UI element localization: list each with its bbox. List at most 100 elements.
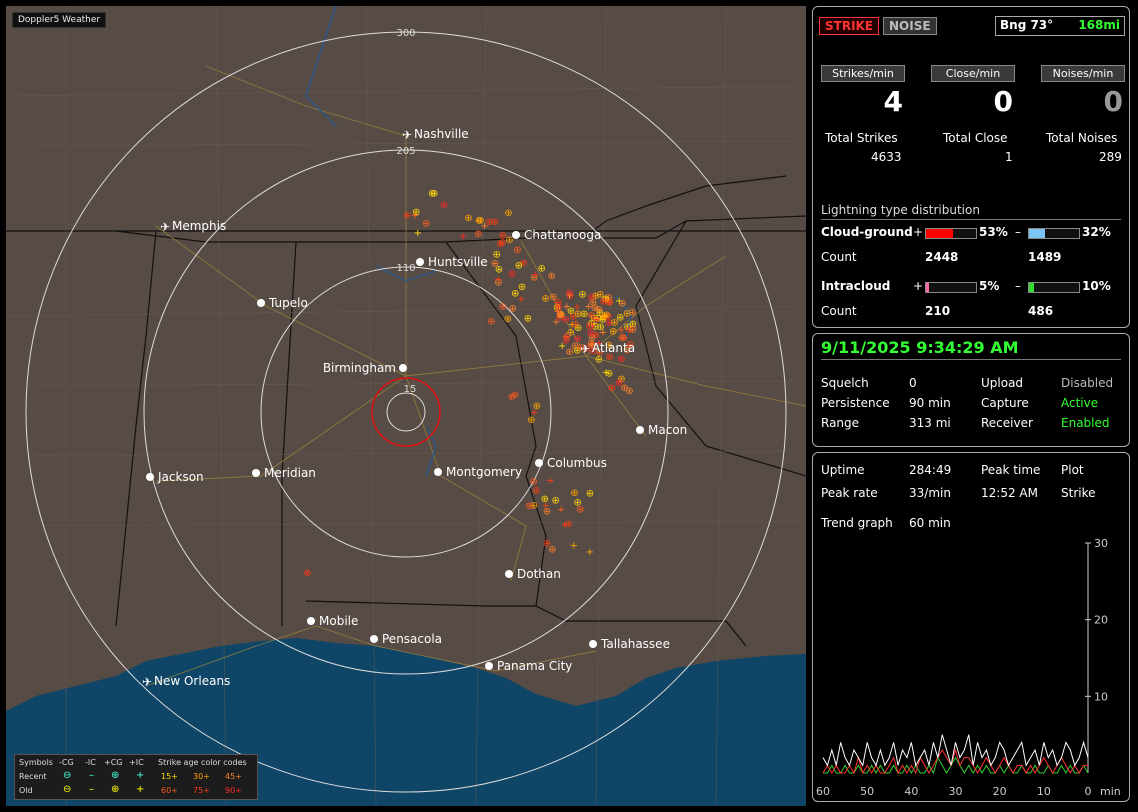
strike-mark-icon: + <box>602 367 610 378</box>
total-strikes-value: 4633 <box>871 150 902 164</box>
strike-mark-icon: ⊕ <box>493 250 501 261</box>
strike-mark-icon: + <box>570 540 578 551</box>
range-value[interactable]: 313 mi <box>909 416 951 430</box>
capture-value[interactable]: Active <box>1061 396 1098 410</box>
strike-mark-icon: ⊕ <box>573 498 581 509</box>
strike-mark-icon: ⊕ <box>412 207 420 218</box>
plot-value[interactable]: Strike <box>1061 486 1096 500</box>
persistence-value[interactable]: 90 min <box>909 396 951 410</box>
airport-icon: ✈ <box>402 128 412 142</box>
upload-value[interactable]: Disabled <box>1061 376 1113 390</box>
city-marker[interactable]: ✈ Atlanta <box>580 341 635 356</box>
legend-recent-neg-ic-icon: – <box>89 770 94 781</box>
legend-age-90: 90+ <box>225 786 242 795</box>
city-marker[interactable]: Montgomery <box>434 465 522 479</box>
squelch-value[interactable]: 0 <box>909 376 917 390</box>
legend-recent-neg-cg-icon: ⊖ <box>63 770 72 781</box>
strike-mark-icon: ⊕ <box>543 507 551 518</box>
strike-legend: Symbols -CG -IC +CG +IC Strike age color… <box>14 754 258 800</box>
city-marker[interactable]: ✈ Nashville <box>402 127 469 142</box>
strike-mark-icon: + <box>546 475 554 486</box>
uptime-label: Uptime <box>821 463 865 477</box>
app-title: Doppler5 Weather <box>12 12 107 28</box>
datetime-display: 9/11/2025 9:34:29 AM <box>821 338 1019 357</box>
strike-mark-icon: + <box>414 228 422 239</box>
strikes-per-min-button[interactable]: Strikes/min <box>821 65 905 82</box>
strike-mark-icon: ⊕ <box>548 271 556 282</box>
strike-mark-icon: + <box>459 232 467 243</box>
cg-negative-pct: 32% <box>1082 225 1111 239</box>
strike-mark-icon: ⊕ <box>615 378 623 389</box>
strike-mark-icon: ⊕ <box>599 297 607 308</box>
strike-mark-icon: ⊕ <box>504 208 512 219</box>
ic-positive-bar <box>925 282 977 293</box>
lightning-map[interactable]: 300 205 110 15 ⊕ ⊕ ⊕ ⊕ ⊕ ⊕ ⊕ ⊕ ⊕ ⊕ ⊕ ⊕ ⊕ + ⊕ ⊕ ⊕ + ⊕ ⊕ ⊕ ⊕ ⊕ ⊕ ⊕ ⊕ ⊕ ⊕… <box>6 6 806 806</box>
cloud-ground-label: Cloud-ground <box>821 225 913 239</box>
cg-positive-pct: 53% <box>979 225 1008 239</box>
city-dot-icon <box>636 426 644 434</box>
legend-recent-pos-ic-icon: + <box>136 770 145 781</box>
trend-graph: 30 20 10 60 50 40 30 20 10 0 min <box>816 537 1121 798</box>
trend-value[interactable]: 60 min <box>909 516 951 530</box>
range-label: Range <box>821 416 860 430</box>
ic-negative-pct: 10% <box>1082 279 1111 293</box>
city-dot-icon <box>416 258 424 266</box>
noises-per-min-button[interactable]: Noises/min <box>1041 65 1125 82</box>
city-marker[interactable]: Tallahassee <box>589 637 670 651</box>
persistence-label: Persistence <box>821 396 890 410</box>
bearing-box: Bng 73° 168mi <box>995 16 1125 36</box>
strike-mark-icon: ⊕ <box>504 314 512 325</box>
cg-positive-bar <box>925 228 977 239</box>
ic-negative-count: 486 <box>1028 304 1054 318</box>
strike-mark-icon: + <box>599 328 607 339</box>
city-marker[interactable]: Birmingham <box>323 361 407 375</box>
trend-x-tick-label: 40 <box>904 785 918 798</box>
trend-x-tick-label: 20 <box>993 785 1007 798</box>
city-marker[interactable]: Panama City <box>485 659 572 673</box>
city-dot-icon <box>512 231 520 239</box>
city-marker[interactable]: Chattanooga <box>512 228 601 242</box>
distance-value: 168mi <box>1078 18 1120 32</box>
city-label: Birmingham <box>323 361 396 375</box>
cg-negative-count: 1489 <box>1028 250 1062 264</box>
city-dot-icon <box>589 640 597 648</box>
tab-strike[interactable]: STRIKE <box>819 17 880 35</box>
legend-age-30: 30+ <box>193 772 210 781</box>
close-per-min-value: 0 <box>993 85 1013 118</box>
legend-symbols-label: Symbols <box>19 758 53 767</box>
legend-header-pos-cg: +CG <box>104 758 123 767</box>
close-per-min-button[interactable]: Close/min <box>931 65 1015 82</box>
legend-age-15: 15+ <box>161 772 178 781</box>
receiver-value[interactable]: Enabled <box>1061 416 1110 430</box>
city-marker[interactable]: ✈ New Orleans <box>142 674 230 689</box>
strike-mark-icon: ⊕ <box>303 568 311 579</box>
strike-mark-icon: ⊕ <box>475 216 483 227</box>
squelch-label: Squelch <box>821 376 869 390</box>
strike-mark-icon: ⊕ <box>563 331 571 342</box>
legend-old-pos-ic-icon: + <box>136 784 145 795</box>
legend-age-45: 45+ <box>225 772 242 781</box>
strike-mark-icon: ⊕ <box>513 245 521 256</box>
city-label: Mobile <box>319 614 358 628</box>
city-dot-icon <box>307 617 315 625</box>
strike-mark-icon: ⊕ <box>511 390 519 401</box>
distribution-title: Lightning type distribution <box>821 203 980 217</box>
settings-divider <box>821 359 1121 360</box>
strike-mark-icon: ⊕ <box>524 313 532 324</box>
trend-x-tick-label: 30 <box>949 785 963 798</box>
city-marker[interactable]: ✈ Memphis <box>160 219 226 234</box>
trend-y-tick-label: 30 <box>1094 537 1108 550</box>
ic-count-label: Count <box>821 304 857 318</box>
strike-mark-icon: + <box>530 407 538 418</box>
strike-mark-icon: ⊕ <box>548 545 556 556</box>
strike-mark-icon: ⊕ <box>565 288 573 299</box>
airport-icon: ✈ <box>580 342 590 356</box>
trend-x-tick-label: 0 <box>1085 785 1092 798</box>
strike-mark-icon: ⊕ <box>403 211 411 222</box>
tab-noise[interactable]: NOISE <box>883 17 937 35</box>
city-dot-icon <box>252 469 260 477</box>
strike-mark-icon: ⊕ <box>499 230 507 241</box>
trend-label: Trend graph <box>821 516 893 530</box>
ic-positive-count: 210 <box>925 304 951 318</box>
legend-header-neg-ic: -IC <box>85 758 96 767</box>
